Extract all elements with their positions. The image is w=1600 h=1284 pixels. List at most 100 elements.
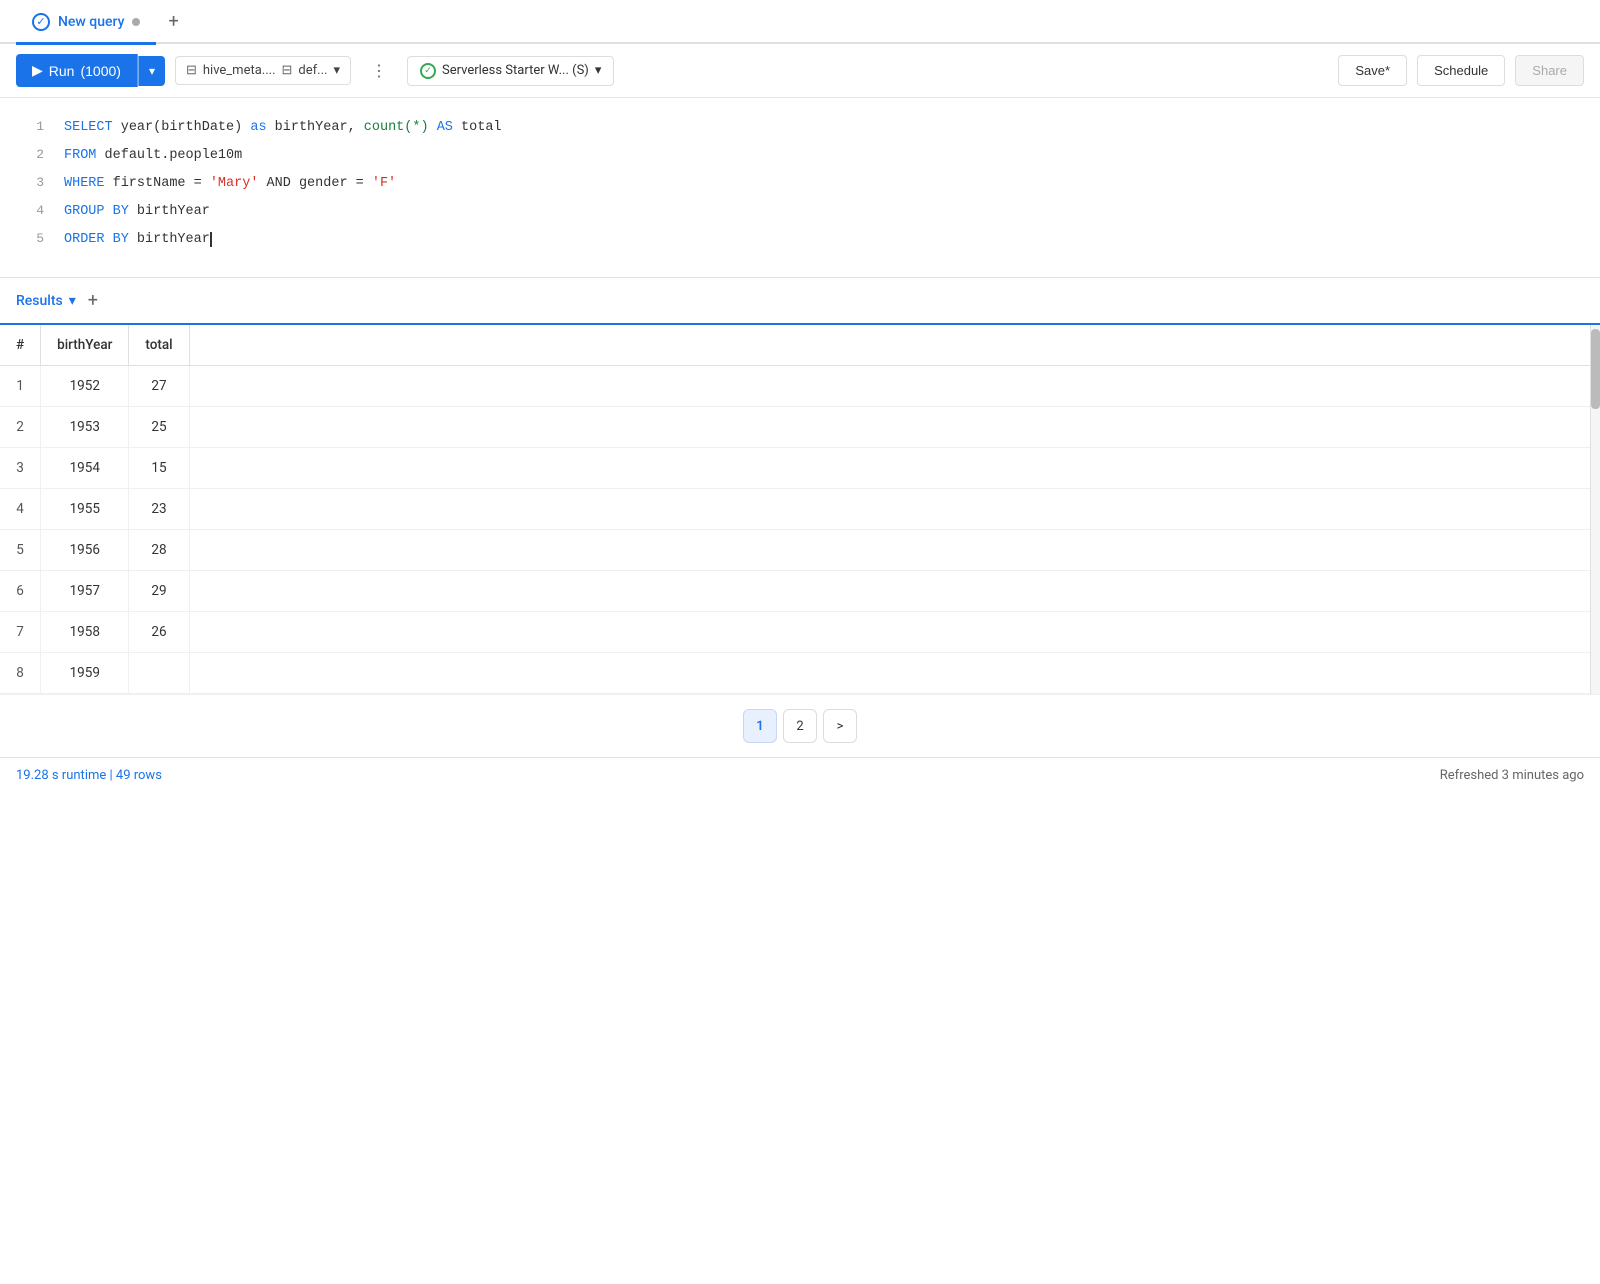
line-number: 5 — [16, 228, 44, 250]
table-row: 2195325 — [0, 407, 1600, 448]
cell-total: 15 — [129, 448, 189, 489]
add-result-tab-button[interactable]: + — [84, 290, 102, 311]
cell-empty — [189, 612, 1600, 653]
code-content: WHERE firstName = 'Mary' AND gender = 'F… — [64, 173, 396, 196]
col-header-empty — [189, 325, 1600, 366]
cell-total: 29 — [129, 571, 189, 612]
catalog-icon: ⊟ — [186, 63, 197, 78]
code-line-3: 3 WHERE firstName = 'Mary' AND gender = … — [0, 170, 1600, 198]
cell-total: 23 — [129, 489, 189, 530]
cell-row-num: 7 — [0, 612, 41, 653]
cell-empty — [189, 489, 1600, 530]
results-dropdown-icon: ▾ — [69, 293, 76, 309]
code-content: FROM default.people10m — [64, 145, 242, 168]
catalog-selector[interactable]: ⊟ hive_meta.... ⊟ def... ▾ — [175, 56, 351, 85]
col-header-num: # — [0, 325, 41, 366]
scrollbar-track[interactable] — [1590, 325, 1600, 694]
cell-birthyear: 1957 — [41, 571, 129, 612]
cell-row-num: 8 — [0, 653, 41, 694]
cluster-selector[interactable]: ✓ Serverless Starter W... (S) ▾ — [407, 56, 614, 86]
schema-icon: ⊟ — [282, 63, 293, 78]
table-row: 6195729 — [0, 571, 1600, 612]
cell-total: 25 — [129, 407, 189, 448]
cell-row-num: 2 — [0, 407, 41, 448]
catalog-label: hive_meta.... — [203, 63, 276, 78]
code-content: SELECT year(birthDate) as birthYear, cou… — [64, 117, 502, 140]
chevron-down-icon: ▾ — [595, 63, 602, 78]
cell-birthyear: 1959 — [41, 653, 129, 694]
page-next-button[interactable]: > — [823, 709, 857, 743]
run-button-group: ▶ Run (1000) ▾ — [16, 54, 165, 87]
cell-row-num: 1 — [0, 366, 41, 407]
cell-total: 26 — [129, 612, 189, 653]
cell-total: 27 — [129, 366, 189, 407]
pagination: 1 2 > — [0, 694, 1600, 757]
code-content: GROUP BY birthYear — [64, 201, 210, 224]
cell-empty — [189, 407, 1600, 448]
code-content: ORDER BY birthYear — [64, 229, 212, 252]
tab-bar: ✓ New query + — [0, 0, 1600, 44]
page-1-button[interactable]: 1 — [743, 709, 777, 743]
table-row: 1195227 — [0, 366, 1600, 407]
run-label: Run — [49, 63, 75, 79]
cell-empty — [189, 366, 1600, 407]
more-options-button[interactable]: ⋮ — [361, 55, 397, 86]
line-number: 3 — [16, 172, 44, 194]
results-header: Results ▾ + — [0, 278, 1600, 325]
chevron-down-icon: ▾ — [333, 63, 340, 78]
add-tab-button[interactable]: + — [156, 1, 190, 45]
cell-row-num: 4 — [0, 489, 41, 530]
results-tab[interactable]: Results ▾ — [16, 293, 76, 309]
cell-birthyear: 1954 — [41, 448, 129, 489]
table-row: 3195415 — [0, 448, 1600, 489]
run-button[interactable]: ▶ Run (1000) — [16, 54, 138, 87]
code-line-2: 2 FROM default.people10m — [0, 142, 1600, 170]
save-button[interactable]: Save* — [1338, 55, 1407, 86]
line-number: 4 — [16, 200, 44, 222]
run-dropdown-button[interactable]: ▾ — [138, 56, 165, 86]
cell-total — [129, 653, 189, 694]
table-row: 4195523 — [0, 489, 1600, 530]
cell-birthyear: 1953 — [41, 407, 129, 448]
run-triangle-icon: ▶ — [32, 62, 43, 79]
scrollbar-thumb[interactable] — [1591, 329, 1600, 409]
table-row: 5195628 — [0, 530, 1600, 571]
share-button[interactable]: Share — [1515, 55, 1584, 86]
cluster-status-icon: ✓ — [420, 63, 436, 79]
code-line-5: 5 ORDER BY birthYear — [0, 226, 1600, 254]
cell-row-num: 5 — [0, 530, 41, 571]
line-number: 2 — [16, 144, 44, 166]
runtime-status: 19.28 s runtime | 49 rows — [16, 768, 162, 783]
table-row: 7195826 — [0, 612, 1600, 653]
cell-row-num: 6 — [0, 571, 41, 612]
chevron-down-icon: ▾ — [149, 64, 155, 78]
results-table-wrapper: # birthYear total 1195227219532531954154… — [0, 325, 1600, 694]
results-section: Results ▾ + # birthYear total 1195227219… — [0, 278, 1600, 757]
col-header-birthyear: birthYear — [41, 325, 129, 366]
query-tab[interactable]: ✓ New query — [16, 1, 156, 45]
schema-label: def... — [298, 63, 327, 78]
line-number: 1 — [16, 116, 44, 138]
cluster-label: Serverless Starter W... (S) — [442, 63, 589, 78]
col-header-total: total — [129, 325, 189, 366]
tab-modified-dot — [132, 18, 140, 26]
schedule-button[interactable]: Schedule — [1417, 55, 1505, 86]
results-table: # birthYear total 1195227219532531954154… — [0, 325, 1600, 694]
toolbar: ▶ Run (1000) ▾ ⊟ hive_meta.... ⊟ def... … — [0, 44, 1600, 98]
cell-empty — [189, 530, 1600, 571]
cell-empty — [189, 448, 1600, 489]
tab-check-icon: ✓ — [32, 13, 50, 31]
status-bar: 19.28 s runtime | 49 rows Refreshed 3 mi… — [0, 757, 1600, 793]
tab-label: New query — [58, 14, 124, 30]
table-row: 81959 — [0, 653, 1600, 694]
code-line-1: 1 SELECT year(birthDate) as birthYear, c… — [0, 114, 1600, 142]
code-editor[interactable]: 1 SELECT year(birthDate) as birthYear, c… — [0, 98, 1600, 278]
table-header-row: # birthYear total — [0, 325, 1600, 366]
refreshed-status: Refreshed 3 minutes ago — [1440, 768, 1584, 783]
run-count: (1000) — [80, 63, 120, 79]
page-2-button[interactable]: 2 — [783, 709, 817, 743]
cell-birthyear: 1952 — [41, 366, 129, 407]
cell-birthyear: 1956 — [41, 530, 129, 571]
cell-birthyear: 1955 — [41, 489, 129, 530]
cell-birthyear: 1958 — [41, 612, 129, 653]
